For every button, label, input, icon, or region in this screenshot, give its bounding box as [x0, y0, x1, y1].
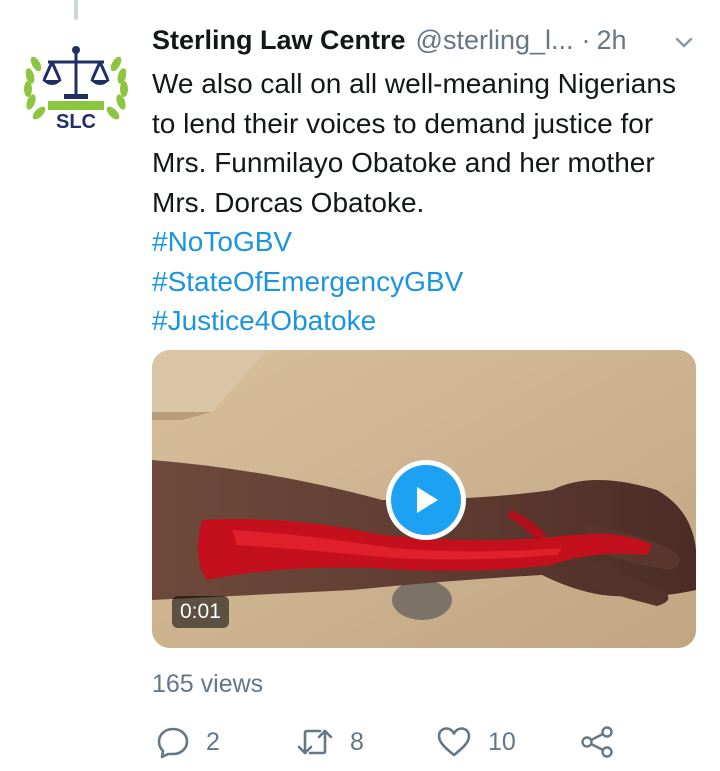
retweet-button[interactable]: 8 — [296, 722, 364, 762]
retweet-count: 8 — [350, 727, 364, 756]
video-player[interactable]: 0:01 — [152, 350, 696, 648]
like-count: 10 — [488, 727, 516, 756]
hashtag-link[interactable]: #Justice4Obatoke — [152, 301, 702, 341]
tweet-actions: 2 8 10 — [152, 722, 622, 762]
tweet-text-block: We also call on all well-meaning Nigeria… — [152, 64, 702, 341]
chevron-down-icon[interactable] — [674, 32, 694, 52]
like-icon — [437, 727, 471, 757]
separator: · — [581, 24, 591, 55]
like-button[interactable]: 10 — [436, 722, 516, 762]
video-duration: 0:01 — [172, 596, 229, 628]
retweet-icon — [297, 729, 333, 755]
tweet-text: We also call on all well-meaning Nigeria… — [152, 68, 676, 218]
tweet-header: Sterling Law Centre @sterling_l... · 2h — [152, 20, 700, 60]
hashtag-link[interactable]: #StateOfEmergencyGBV — [152, 262, 702, 302]
reply-count: 2 — [206, 727, 220, 756]
author-name[interactable]: Sterling Law Centre — [152, 25, 406, 56]
share-icon — [581, 726, 613, 758]
author-handle[interactable]: @sterling_l... — [416, 25, 574, 56]
play-button-circle — [391, 465, 461, 535]
logo-text: SLC — [56, 111, 96, 133]
reply-icon — [157, 727, 189, 759]
share-button[interactable] — [580, 722, 630, 762]
play-icon — [417, 487, 438, 513]
play-button[interactable] — [386, 460, 466, 540]
timestamp[interactable]: 2h — [597, 25, 627, 56]
reply-button[interactable]: 2 — [156, 722, 220, 762]
avatar[interactable]: SLC — [22, 44, 130, 138]
view-count: 165 views — [152, 670, 264, 698]
thread-line — [74, 0, 78, 20]
sterling-law-logo: SLC — [24, 46, 128, 133]
hashtag-link[interactable]: #NoToGBV — [152, 222, 702, 262]
